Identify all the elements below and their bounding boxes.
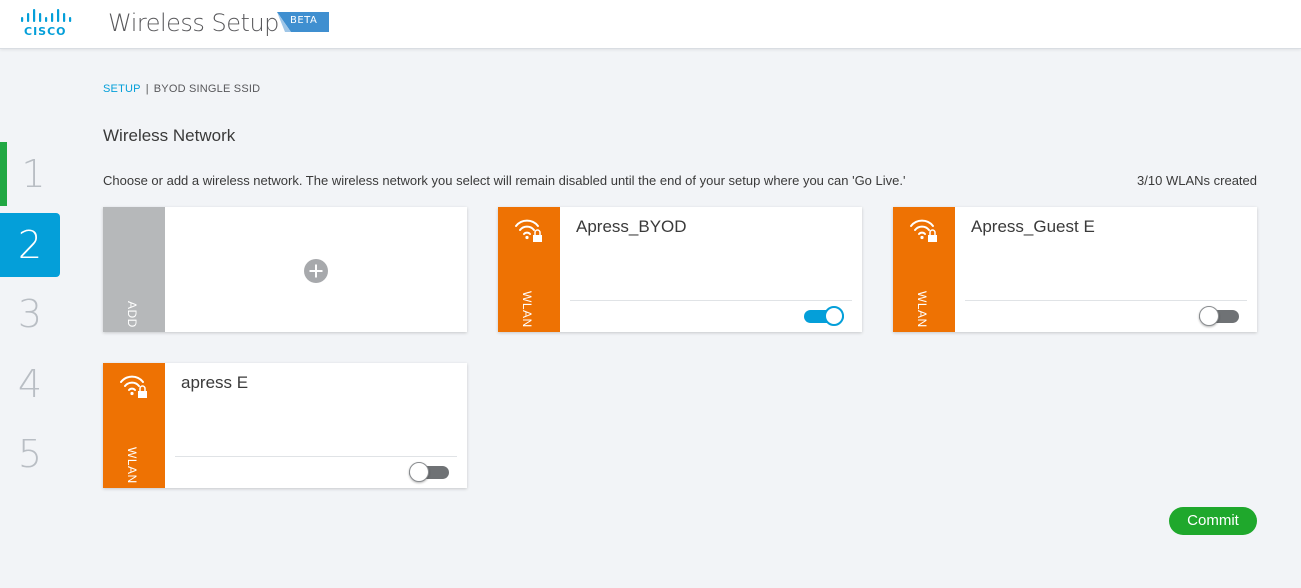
card-divider [175,456,457,457]
step-5[interactable]: 5 [0,422,60,486]
wlan-enable-toggle[interactable] [1199,306,1239,326]
section-title: Wireless Network [103,126,236,145]
breadcrumb-current: BYOD SINGLE SSID [153,83,261,95]
wlan-enable-toggle[interactable] [409,462,449,482]
wifi-lock-icon [910,219,937,242]
app-header: CISCO Wireless Setup BETA [0,0,1301,49]
wlan-name: apress E [181,373,249,392]
add-wlan-card[interactable]: ADD [103,207,467,332]
cisco-bars-icon [21,9,72,22]
card-side-label: WLAN [520,291,534,328]
commit-button[interactable]: Commit [1169,507,1257,535]
card-side-wlan: WLAN [103,363,165,488]
cisco-logo: CISCO [20,8,74,40]
instructions-text: Choose or add a wireless network. The wi… [103,173,906,188]
plus-circle-icon[interactable] [304,259,328,283]
card-divider [965,300,1247,301]
wlan-card[interactable]: WLAN apress E [103,363,467,488]
breadcrumb-separator: | [145,83,149,95]
step-label: 2 [17,223,43,267]
logo-text: CISCO [24,25,67,38]
step-label: 3 [17,292,43,336]
breadcrumb: SETUP | BYOD SINGLE SSID [103,83,260,95]
toggle-knob [824,306,844,326]
card-side-label: ADD [125,301,139,328]
wlan-card[interactable]: WLAN Apress_Guest E [893,207,1257,332]
card-divider [570,300,852,301]
wlan-enable-toggle[interactable] [804,306,844,326]
breadcrumb-link-setup[interactable]: SETUP [103,83,141,95]
app-title: Wireless Setup [108,9,279,37]
wlan-name: Apress_Guest E [971,217,1095,236]
card-side-add: ADD [103,207,165,332]
wifi-lock-icon [515,219,542,242]
toggle-knob [409,462,429,482]
card-side-label: WLAN [915,291,929,328]
step-3[interactable]: 3 [0,282,60,346]
step-label: 1 [21,152,46,196]
card-side-wlan: WLAN [498,207,560,332]
toggle-knob [1199,306,1219,326]
card-side-label: WLAN [125,447,139,484]
step-2[interactable]: 2 [0,213,60,277]
wifi-lock-icon [120,375,147,398]
step-1[interactable]: 1 [0,142,60,206]
beta-badge-label: BETA [290,15,318,26]
beta-badge: BETA [277,12,329,32]
step-label: 4 [17,362,43,406]
wlan-card[interactable]: WLAN Apress_BYOD [498,207,862,332]
step-label: 5 [17,432,43,476]
wlan-name: Apress_BYOD [576,217,687,236]
wlan-count: 3/10 WLANs created [1137,173,1257,188]
step-4[interactable]: 4 [0,352,60,416]
card-side-wlan: WLAN [893,207,955,332]
